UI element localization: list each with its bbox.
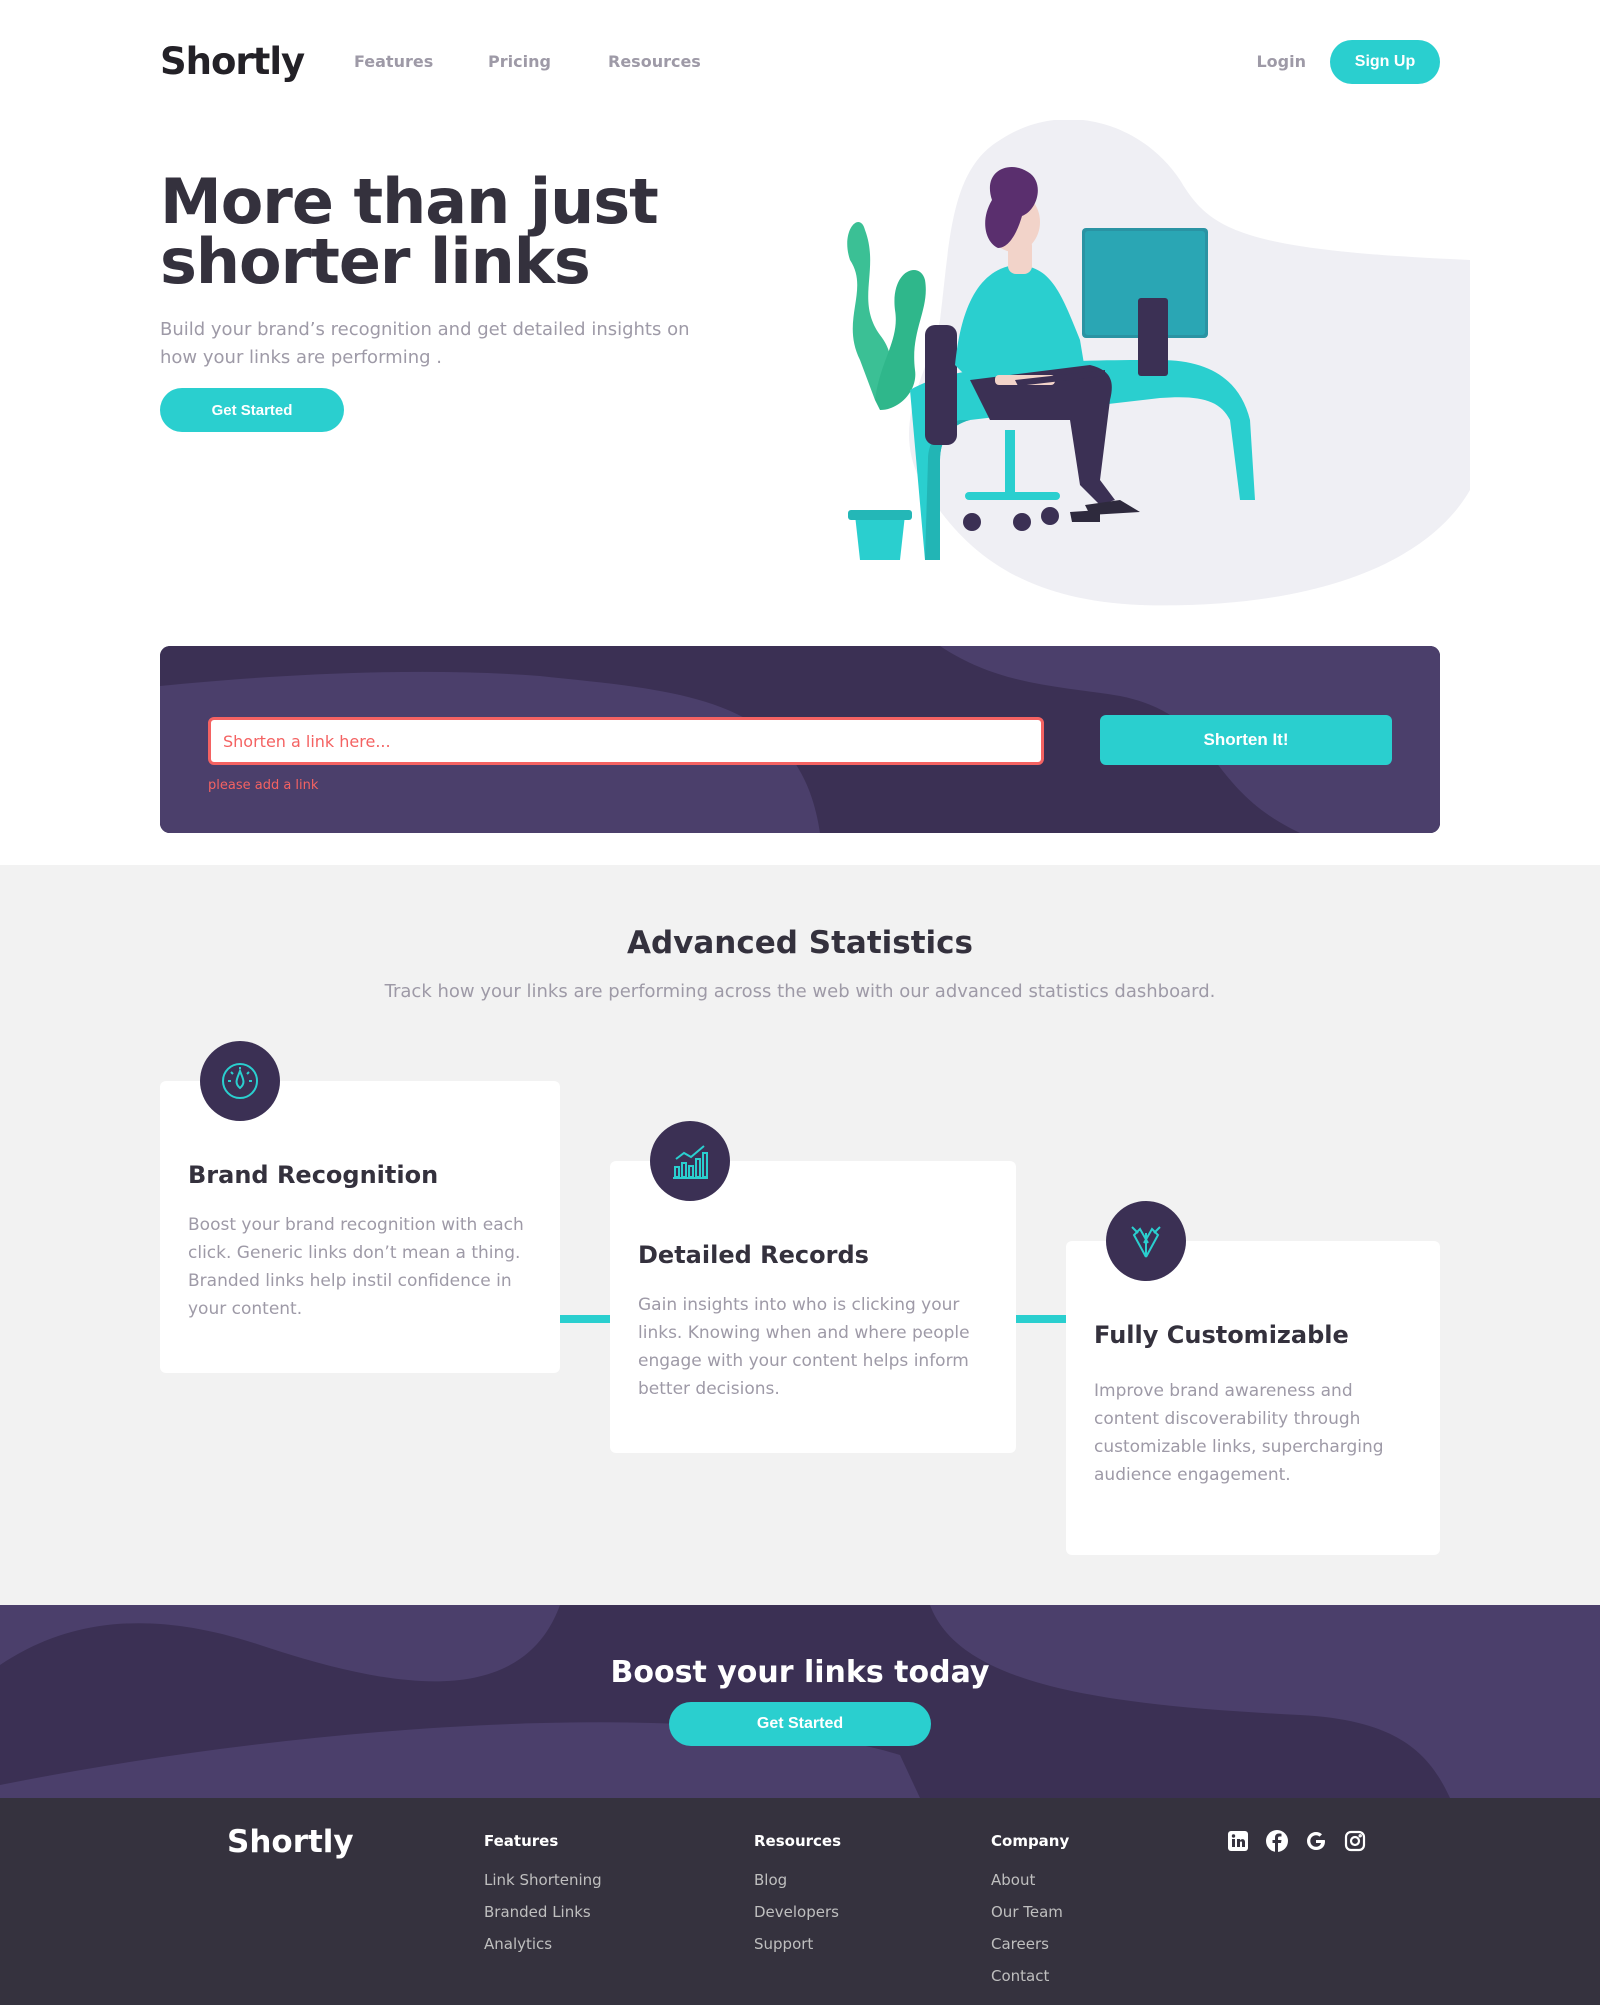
footer-link[interactable]: Careers — [991, 1928, 1069, 1960]
card-text: Gain insights into who is clicking your … — [638, 1295, 970, 1399]
facebook-icon[interactable] — [1264, 1828, 1289, 1853]
signup-button[interactable]: Sign Up — [1330, 40, 1440, 84]
nav-resources[interactable]: Resources — [608, 40, 701, 84]
nav-bar: Shortly Features Pricing Resources Login… — [160, 40, 1440, 84]
working-illustration — [847, 120, 1470, 606]
stats-subtitle: Track how your links are performing acro… — [384, 981, 1216, 1002]
stat-card: Detailed Records Gain insights into who … — [610, 1121, 1016, 1453]
footer-link[interactable]: Link Shortening — [484, 1864, 602, 1896]
footer-link[interactable]: Support — [754, 1928, 841, 1960]
gauge-icon — [200, 1041, 280, 1121]
shorten-form: please add a link Shorten It! — [160, 646, 1440, 833]
site-footer: Shortly Features Link Shortening Branded… — [0, 1798, 1600, 2005]
login-link[interactable]: Login — [1256, 40, 1306, 84]
google-icon[interactable] — [1303, 1828, 1328, 1853]
nav-pricing[interactable]: Pricing — [488, 40, 551, 84]
linkedin-icon[interactable] — [1225, 1828, 1250, 1853]
url-input[interactable] — [208, 717, 1044, 765]
card-connector — [560, 1315, 610, 1323]
social-links — [1225, 1828, 1367, 1853]
hero-get-started-button[interactable]: Get Started — [160, 388, 344, 432]
brush-pen-icon — [1106, 1201, 1186, 1281]
instagram-icon[interactable] — [1342, 1828, 1367, 1853]
card-text: Improve brand awareness and content disc… — [1094, 1381, 1384, 1485]
footer-link[interactable]: Our Team — [991, 1896, 1069, 1928]
statistics-section: Advanced Statistics Track how your links… — [0, 865, 1600, 1605]
card-title: Detailed Records — [638, 1241, 869, 1269]
logo[interactable]: Shortly — [160, 40, 305, 84]
boost-title: Boost your links today — [610, 1655, 990, 1690]
footer-column-title: Resources — [754, 1832, 842, 1850]
url-error-message: please add a link — [208, 778, 319, 793]
footer-link[interactable]: Developers — [754, 1896, 841, 1928]
card-text: Boost your brand recognition with each c… — [188, 1215, 524, 1319]
stat-card: Fully Customizable Improve brand awarene… — [1066, 1201, 1440, 1555]
hero-title: More than just shorter links — [160, 165, 659, 298]
footer-column-title: Features — [484, 1832, 559, 1850]
footer-link[interactable]: Analytics — [484, 1928, 602, 1960]
bar-chart-icon — [650, 1121, 730, 1201]
stats-title: Advanced Statistics — [627, 925, 973, 961]
footer-column-company: Company About Our Team Careers Contact — [991, 1832, 1069, 1992]
footer-column-resources: Resources Blog Developers Support — [754, 1832, 841, 1960]
footer-link[interactable]: Contact — [991, 1960, 1069, 1992]
shorten-button[interactable]: Shorten It! — [1100, 715, 1392, 765]
card-title: Brand Recognition — [188, 1161, 439, 1189]
boost-get-started-button[interactable]: Get Started — [669, 1702, 931, 1746]
nav-features[interactable]: Features — [354, 40, 433, 84]
footer-link[interactable]: Blog — [754, 1864, 841, 1896]
hero-subtitle: Build your brand’s recognition and get d… — [160, 319, 690, 368]
stat-card: Brand Recognition Boost your brand recog… — [160, 1041, 560, 1373]
footer-column-features: Features Link Shortening Branded Links A… — [484, 1832, 602, 1960]
boost-section: Boost your links today Get Started — [0, 1605, 1600, 1798]
footer-logo[interactable]: Shortly — [227, 1824, 354, 1860]
footer-link[interactable]: About — [991, 1864, 1069, 1896]
footer-link[interactable]: Branded Links — [484, 1896, 602, 1928]
footer-column-title: Company — [991, 1832, 1070, 1850]
card-connector — [1016, 1315, 1066, 1323]
card-title: Fully Customizable — [1094, 1321, 1349, 1349]
